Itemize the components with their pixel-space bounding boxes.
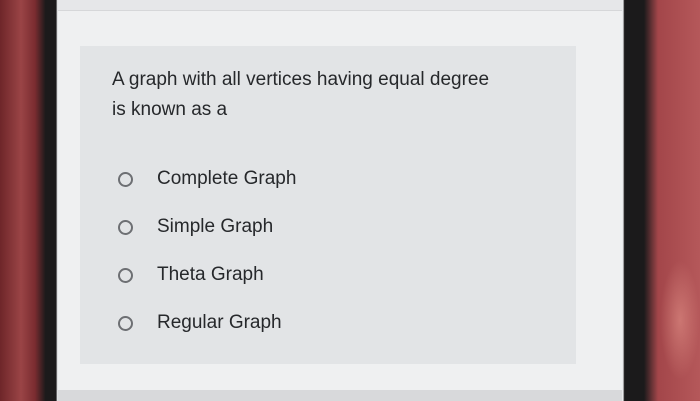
question-line-1: A graph with all vertices having equal d… [112, 69, 490, 90]
option-label: Simple Graph [157, 216, 274, 237]
option-complete-graph[interactable]: Complete Graph [118, 155, 296, 203]
radio-button[interactable] [118, 315, 133, 331]
answer-options: Complete Graph Simple Graph Theta Graph … [118, 155, 296, 347]
option-label: Theta Graph [157, 264, 264, 285]
question-line-2: is known as a [112, 99, 228, 120]
question-card: A graph with all vertices having equal d… [80, 46, 576, 364]
question-text: A graph with all vertices having equal d… [112, 65, 562, 125]
option-simple-graph[interactable]: Simple Graph [118, 203, 296, 251]
screen-bottom-edge [58, 390, 622, 401]
phone-screen: A graph with all vertices having equal d… [58, 0, 622, 390]
radio-button[interactable] [118, 171, 133, 187]
radio-button[interactable] [118, 219, 133, 235]
light-glare [660, 260, 700, 380]
option-theta-graph[interactable]: Theta Graph [118, 251, 296, 299]
option-label: Complete Graph [157, 168, 297, 189]
option-label: Regular Graph [157, 312, 282, 333]
top-divider [58, 0, 622, 11]
radio-button[interactable] [118, 267, 133, 283]
option-regular-graph[interactable]: Regular Graph [118, 299, 296, 347]
